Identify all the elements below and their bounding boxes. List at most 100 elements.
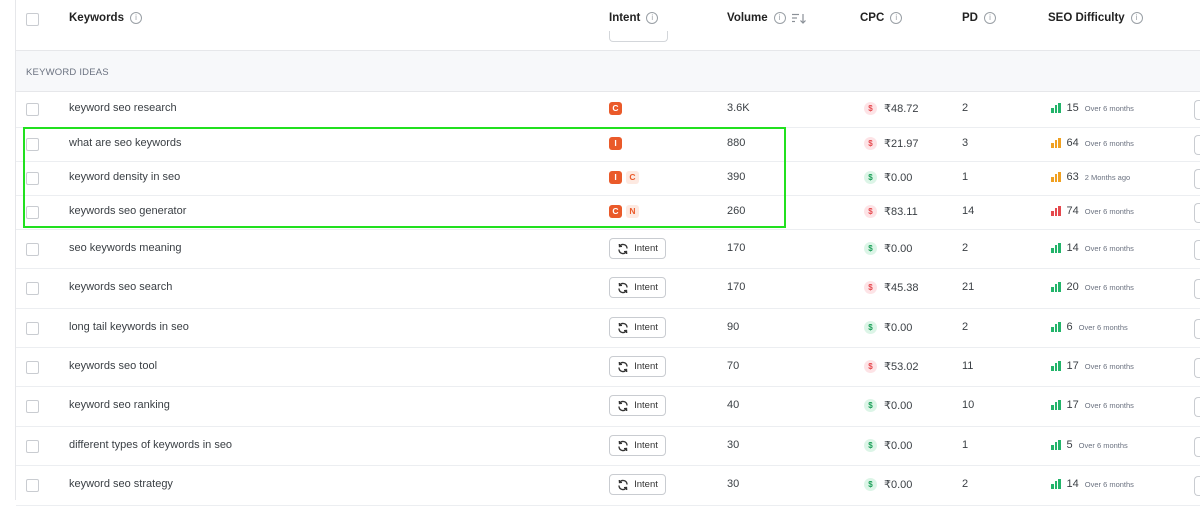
row-action-button-partial[interactable] bbox=[1194, 476, 1200, 496]
row-checkbox[interactable] bbox=[26, 479, 39, 492]
row-checkbox[interactable] bbox=[26, 361, 39, 374]
keyword-text[interactable]: keyword seo research bbox=[69, 102, 177, 114]
row-action-button-partial[interactable] bbox=[1194, 169, 1200, 189]
column-cpc[interactable]: CPC i bbox=[860, 12, 903, 24]
column-intent[interactable]: Intent i bbox=[609, 12, 659, 24]
info-icon[interactable]: i bbox=[646, 12, 659, 24]
highlight-box bbox=[23, 127, 786, 228]
keyword-text[interactable]: keywords seo tool bbox=[69, 360, 157, 372]
table-row[interactable]: seo keywords meaning Intent 170 $ ₹0.00 2 14 Ov… bbox=[16, 229, 1200, 269]
cpc-cell: $ ₹0.00 bbox=[864, 171, 912, 184]
difficulty-bars-icon bbox=[1051, 440, 1061, 450]
difficulty-bars-icon bbox=[1051, 103, 1061, 113]
table-row[interactable]: different types of keywords in seo Intent… bbox=[16, 426, 1200, 466]
select-all-checkbox[interactable] bbox=[26, 13, 39, 26]
intent-button[interactable]: Intent bbox=[609, 238, 666, 259]
dollar-icon: $ bbox=[864, 137, 877, 150]
row-checkbox[interactable] bbox=[26, 243, 39, 256]
pd-value: 11 bbox=[962, 360, 974, 372]
column-pd[interactable]: PD i bbox=[962, 12, 996, 24]
column-seo-difficulty[interactable]: SEO Difficulty i bbox=[1048, 12, 1143, 24]
difficulty-value: 5 bbox=[1066, 439, 1073, 451]
pd-value: 14 bbox=[962, 205, 975, 217]
pd-value: 2 bbox=[962, 102, 969, 114]
pd-value: 1 bbox=[962, 439, 969, 451]
seo-difficulty-cell: 14 Over 6 months bbox=[1051, 478, 1134, 490]
dollar-icon: $ bbox=[864, 242, 877, 255]
row-action-button-partial[interactable] bbox=[1194, 397, 1200, 417]
intent-button[interactable]: Intent bbox=[609, 356, 666, 377]
intent-button[interactable]: Intent bbox=[609, 435, 666, 456]
table-row[interactable]: keyword seo research C 3.6K $ ₹48.72 2 15 Over … bbox=[16, 91, 1200, 128]
row-action-button-partial[interactable] bbox=[1194, 358, 1200, 378]
column-cpc-label: CPC bbox=[860, 12, 885, 24]
sort-descending-icon[interactable] bbox=[791, 13, 806, 24]
cpc-cell: $ ₹21.97 bbox=[864, 137, 919, 150]
seo-difficulty-cell: 17 Over 6 months bbox=[1051, 360, 1134, 372]
volume-value: 40 bbox=[727, 399, 740, 411]
seo-difficulty-cell: 20 Over 6 months bbox=[1051, 281, 1134, 293]
info-icon[interactable]: i bbox=[890, 12, 903, 24]
column-volume-label: Volume bbox=[727, 12, 768, 24]
row-action-button-partial[interactable] bbox=[1194, 100, 1200, 120]
difficulty-value: 20 bbox=[1066, 281, 1079, 293]
keyword-text[interactable]: keyword seo strategy bbox=[69, 478, 173, 490]
cpc-value: ₹0.00 bbox=[884, 440, 913, 452]
dollar-icon: $ bbox=[864, 205, 877, 218]
keyword-text[interactable]: keyword seo ranking bbox=[69, 399, 170, 411]
intent-button-partial[interactable] bbox=[609, 31, 668, 42]
dollar-icon: $ bbox=[864, 360, 877, 373]
row-action-button-partial[interactable] bbox=[1194, 203, 1200, 223]
row-action-button-partial[interactable] bbox=[1194, 135, 1200, 155]
info-icon[interactable]: i bbox=[773, 12, 786, 24]
row-checkbox[interactable] bbox=[26, 440, 39, 453]
info-icon[interactable]: i bbox=[1130, 12, 1143, 24]
difficulty-value: 63 bbox=[1066, 171, 1079, 183]
difficulty-updated: Over 6 months bbox=[1084, 282, 1134, 292]
cpc-value: ₹0.00 bbox=[884, 172, 913, 184]
intent-button-label: Intent bbox=[634, 322, 658, 333]
keyword-text[interactable]: different types of keywords in seo bbox=[69, 439, 232, 451]
table-row[interactable]: keywords seo search Intent 170 $ ₹45.38 21 20 O… bbox=[16, 268, 1200, 309]
difficulty-bars-icon bbox=[1051, 400, 1061, 410]
seo-difficulty-cell: 63 2 Months ago bbox=[1051, 171, 1130, 183]
table-row[interactable]: long tail keywords in seo Intent 90 $ ₹0.00 2… bbox=[16, 308, 1200, 348]
refresh-icon bbox=[617, 282, 629, 294]
row-action-button-partial[interactable] bbox=[1194, 319, 1200, 339]
difficulty-value: 17 bbox=[1066, 399, 1079, 411]
intent-button[interactable]: Intent bbox=[609, 277, 666, 298]
intent-button[interactable]: Intent bbox=[609, 395, 666, 416]
keyword-text[interactable]: keywords seo search bbox=[69, 281, 172, 293]
difficulty-bars-icon bbox=[1051, 138, 1061, 148]
difficulty-updated: Over 6 months bbox=[1084, 243, 1134, 253]
table-row[interactable]: keywords seo tool Intent 70 $ ₹53.02 11 17 Over… bbox=[16, 347, 1200, 387]
row-checkbox[interactable] bbox=[26, 400, 39, 413]
row-checkbox[interactable] bbox=[26, 282, 39, 295]
intent-button[interactable]: Intent bbox=[609, 317, 666, 338]
info-icon[interactable]: i bbox=[129, 12, 142, 24]
seo-difficulty-cell: 64 Over 6 months bbox=[1051, 137, 1134, 149]
row-action-button-partial[interactable] bbox=[1194, 437, 1200, 457]
info-icon[interactable]: i bbox=[983, 12, 996, 24]
dollar-icon: $ bbox=[864, 399, 877, 412]
dollar-icon: $ bbox=[864, 281, 877, 294]
refresh-icon bbox=[617, 440, 629, 452]
difficulty-value: 6 bbox=[1066, 321, 1073, 333]
volume-value: 70 bbox=[727, 360, 740, 372]
volume-value: 170 bbox=[727, 242, 746, 254]
intent-button-label: Intent bbox=[634, 282, 658, 293]
row-action-button-partial[interactable] bbox=[1194, 240, 1200, 260]
row-action-button-partial[interactable] bbox=[1194, 279, 1200, 299]
keyword-text[interactable]: long tail keywords in seo bbox=[69, 321, 189, 333]
cpc-value: ₹0.00 bbox=[884, 400, 913, 412]
cpc-cell: $ ₹0.00 bbox=[864, 439, 912, 452]
column-volume[interactable]: Volume i bbox=[727, 12, 806, 24]
cpc-value: ₹0.00 bbox=[884, 479, 913, 491]
table-row[interactable]: keyword seo ranking Intent 40 $ ₹0.00 10 17 Ove… bbox=[16, 386, 1200, 427]
keyword-table: Keywords i Intent i Volume i CPC i PD i … bbox=[15, 0, 1200, 506]
intent-button[interactable]: Intent bbox=[609, 474, 666, 495]
row-checkbox[interactable] bbox=[26, 322, 39, 335]
column-keywords[interactable]: Keywords i bbox=[69, 12, 142, 24]
row-checkbox[interactable] bbox=[26, 103, 39, 116]
keyword-text[interactable]: seo keywords meaning bbox=[69, 242, 182, 254]
